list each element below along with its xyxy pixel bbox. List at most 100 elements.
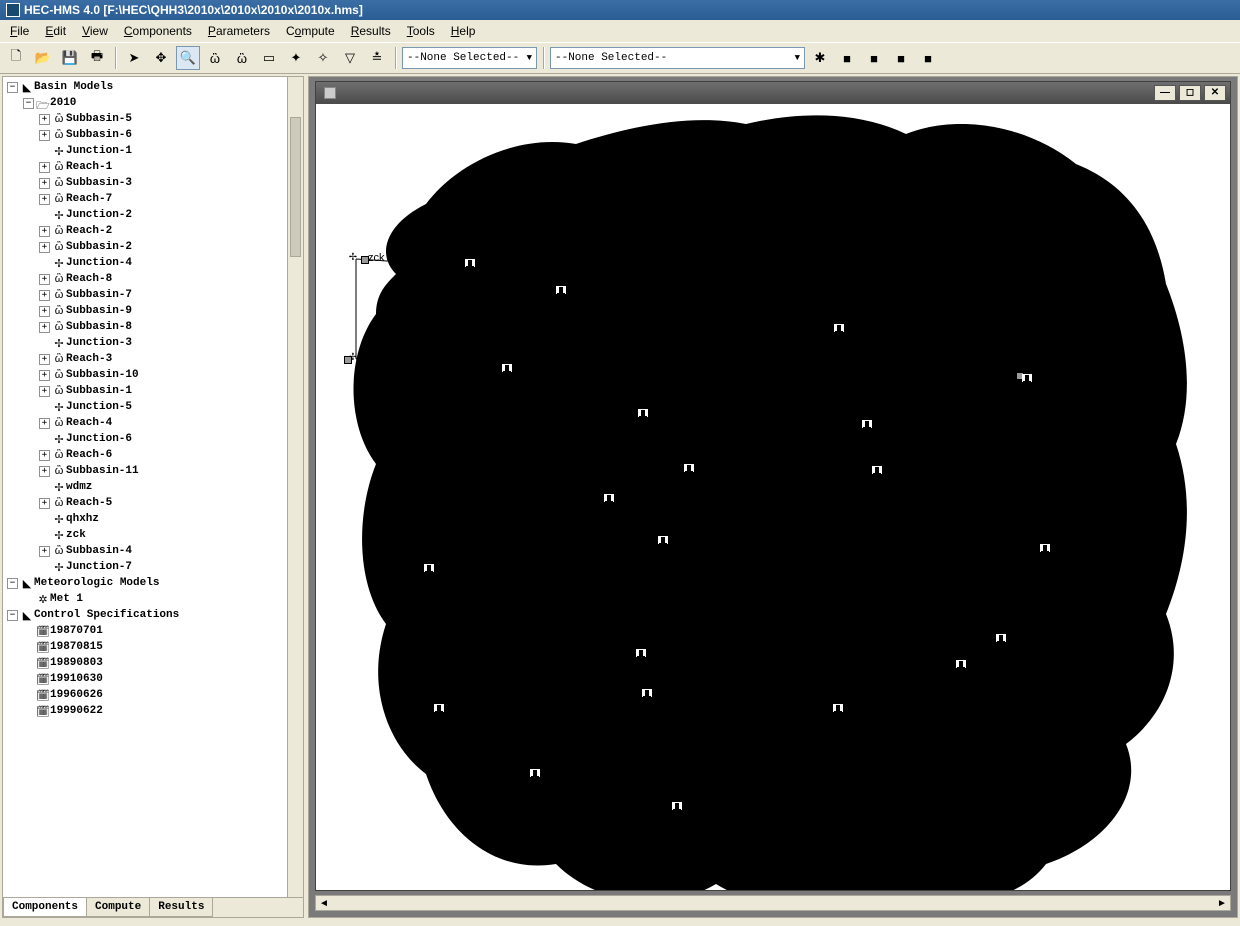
tree-item-sub[interactable]: +ὢ Subbasin-8: [7, 319, 301, 335]
expander-icon[interactable]: +: [39, 322, 50, 333]
tree-item-spec[interactable]: 🗓 19870701: [7, 623, 301, 639]
tree-item-spec[interactable]: 🗓 19910630: [7, 671, 301, 687]
tree-item-rch[interactable]: +ὣ Reach-7: [7, 191, 301, 207]
tree-item-rch[interactable]: +ὣ Reach-8: [7, 271, 301, 287]
gage-icon[interactable]: [658, 536, 668, 544]
tree-item-jct[interactable]: ✢ qhxhz: [7, 511, 301, 527]
gage-icon[interactable]: [556, 286, 566, 294]
results-graph-button[interactable]: ■: [835, 46, 859, 70]
tree-item-met-models[interactable]: −◣ Meteorologic Models: [7, 575, 301, 591]
expander-icon[interactable]: +: [39, 386, 50, 397]
menu-tools[interactable]: Tools: [401, 22, 441, 40]
tree-item-spec[interactable]: 🗓 19870815: [7, 639, 301, 655]
expander-icon[interactable]: +: [39, 466, 50, 477]
gage-icon[interactable]: [465, 259, 475, 267]
expander-icon[interactable]: +: [39, 370, 50, 381]
expander-icon[interactable]: +: [39, 194, 50, 205]
run-selector-2[interactable]: --None Selected-- ▼: [550, 47, 805, 69]
basin-map-canvas[interactable]: ✢ ✢ zckqhxhzSubbasin-4: [316, 104, 1230, 890]
compute-button[interactable]: ✱: [808, 46, 832, 70]
expander-icon[interactable]: +: [39, 418, 50, 429]
gage-icon[interactable]: [604, 494, 614, 502]
tab-components[interactable]: Components: [3, 898, 87, 917]
tree-item-jct[interactable]: ✢ Junction-7: [7, 559, 301, 575]
tree-item-rch[interactable]: +ὣ Reach-6: [7, 447, 301, 463]
expander-icon[interactable]: +: [39, 162, 50, 173]
tree-item-sub[interactable]: +ὢ Subbasin-7: [7, 287, 301, 303]
expander-icon[interactable]: +: [39, 242, 50, 253]
tree-item-jct[interactable]: ✢ Junction-4: [7, 255, 301, 271]
scroll-left-icon[interactable]: ◄: [316, 898, 332, 909]
tree-item-year[interactable]: −🗁 2010: [7, 95, 301, 111]
gage-icon[interactable]: [642, 689, 652, 697]
tree-item-jct[interactable]: ✢ Junction-5: [7, 399, 301, 415]
tree-item-met[interactable]: ✲ Met 1: [7, 591, 301, 607]
tree-item-basin-models[interactable]: −◣ Basin Models: [7, 79, 301, 95]
menu-help[interactable]: Help: [445, 22, 482, 40]
maximize-button[interactable]: ◻: [1179, 85, 1201, 101]
reach-tool[interactable]: ὣ: [230, 46, 254, 70]
gage-icon[interactable]: [424, 564, 434, 572]
tree-item-sub[interactable]: +ὢ Subbasin-9: [7, 303, 301, 319]
diversion-tool[interactable]: ✧: [311, 46, 335, 70]
expander-icon[interactable]: +: [39, 498, 50, 509]
gage-icon[interactable]: [530, 769, 540, 777]
source-tool[interactable]: ▽: [338, 46, 362, 70]
gage-icon[interactable]: [638, 409, 648, 417]
menu-parameters[interactable]: Parameters: [202, 22, 276, 40]
reservoir-tool[interactable]: ▭: [257, 46, 281, 70]
save-button[interactable]: 💾: [58, 46, 82, 70]
expander-icon[interactable]: +: [39, 290, 50, 301]
tree-item-sub[interactable]: +ὢ Subbasin-1: [7, 383, 301, 399]
gage-icon[interactable]: [872, 466, 882, 474]
gage-icon[interactable]: [956, 660, 966, 668]
tree-item-spec[interactable]: 🗓 19990622: [7, 703, 301, 719]
close-button[interactable]: ✕: [1204, 85, 1226, 101]
new-button[interactable]: 🗋: [4, 46, 28, 70]
tree-item-jct[interactable]: ✢ Junction-3: [7, 335, 301, 351]
run-selector-1[interactable]: --None Selected-- ▼: [402, 47, 537, 69]
expander-icon[interactable]: +: [39, 178, 50, 189]
tree-item-rch[interactable]: +ὣ Reach-4: [7, 415, 301, 431]
junction-tool[interactable]: ✦: [284, 46, 308, 70]
tree-item-rch[interactable]: +ὣ Reach-2: [7, 223, 301, 239]
expander-icon[interactable]: +: [39, 114, 50, 125]
menu-file[interactable]: File: [4, 22, 35, 40]
results-global-button[interactable]: ■: [916, 46, 940, 70]
subbasin-tool[interactable]: ὢ: [203, 46, 227, 70]
expander-icon[interactable]: −: [7, 578, 18, 589]
results-summary-button[interactable]: ■: [862, 46, 886, 70]
gage-icon[interactable]: [684, 464, 694, 472]
scroll-right-icon[interactable]: ►: [1214, 898, 1230, 909]
open-button[interactable]: 📂: [31, 46, 55, 70]
tree-item-rch[interactable]: +ὣ Reach-3: [7, 351, 301, 367]
tree-item-sub[interactable]: +ὢ Subbasin-4: [7, 543, 301, 559]
tree-item-rch[interactable]: +ὣ Reach-1: [7, 159, 301, 175]
expander-icon[interactable]: +: [39, 274, 50, 285]
expander-icon[interactable]: +: [39, 226, 50, 237]
gage-icon[interactable]: [862, 420, 872, 428]
expander-icon[interactable]: +: [39, 450, 50, 461]
tree-item-sub[interactable]: +ὢ Subbasin-11: [7, 463, 301, 479]
tree-item-sub[interactable]: +ὢ Subbasin-5: [7, 111, 301, 127]
map-horizontal-scrollbar[interactable]: ◄ ►: [315, 895, 1231, 911]
pan-button[interactable]: ✥: [149, 46, 173, 70]
pointer-button[interactable]: ➤: [122, 46, 146, 70]
expander-icon[interactable]: −: [7, 610, 18, 621]
tab-compute[interactable]: Compute: [86, 898, 150, 917]
expander-icon[interactable]: −: [7, 82, 18, 93]
tree-item-rch[interactable]: +ὣ Reach-5: [7, 495, 301, 511]
expander-icon[interactable]: −: [23, 98, 34, 109]
menu-edit[interactable]: Edit: [39, 22, 72, 40]
gage-icon[interactable]: [672, 802, 682, 810]
expander-icon[interactable]: +: [39, 546, 50, 557]
expander-icon[interactable]: +: [39, 130, 50, 141]
junction-node[interactable]: [344, 356, 352, 364]
expander-icon[interactable]: +: [39, 354, 50, 365]
menu-view[interactable]: View: [76, 22, 114, 40]
menu-compute[interactable]: Compute: [280, 22, 341, 40]
tree-item-sub[interactable]: +ὢ Subbasin-2: [7, 239, 301, 255]
tree-item-sub[interactable]: +ὢ Subbasin-10: [7, 367, 301, 383]
sink-tool[interactable]: ≛: [365, 46, 389, 70]
tree-item-sub[interactable]: +ὢ Subbasin-6: [7, 127, 301, 143]
